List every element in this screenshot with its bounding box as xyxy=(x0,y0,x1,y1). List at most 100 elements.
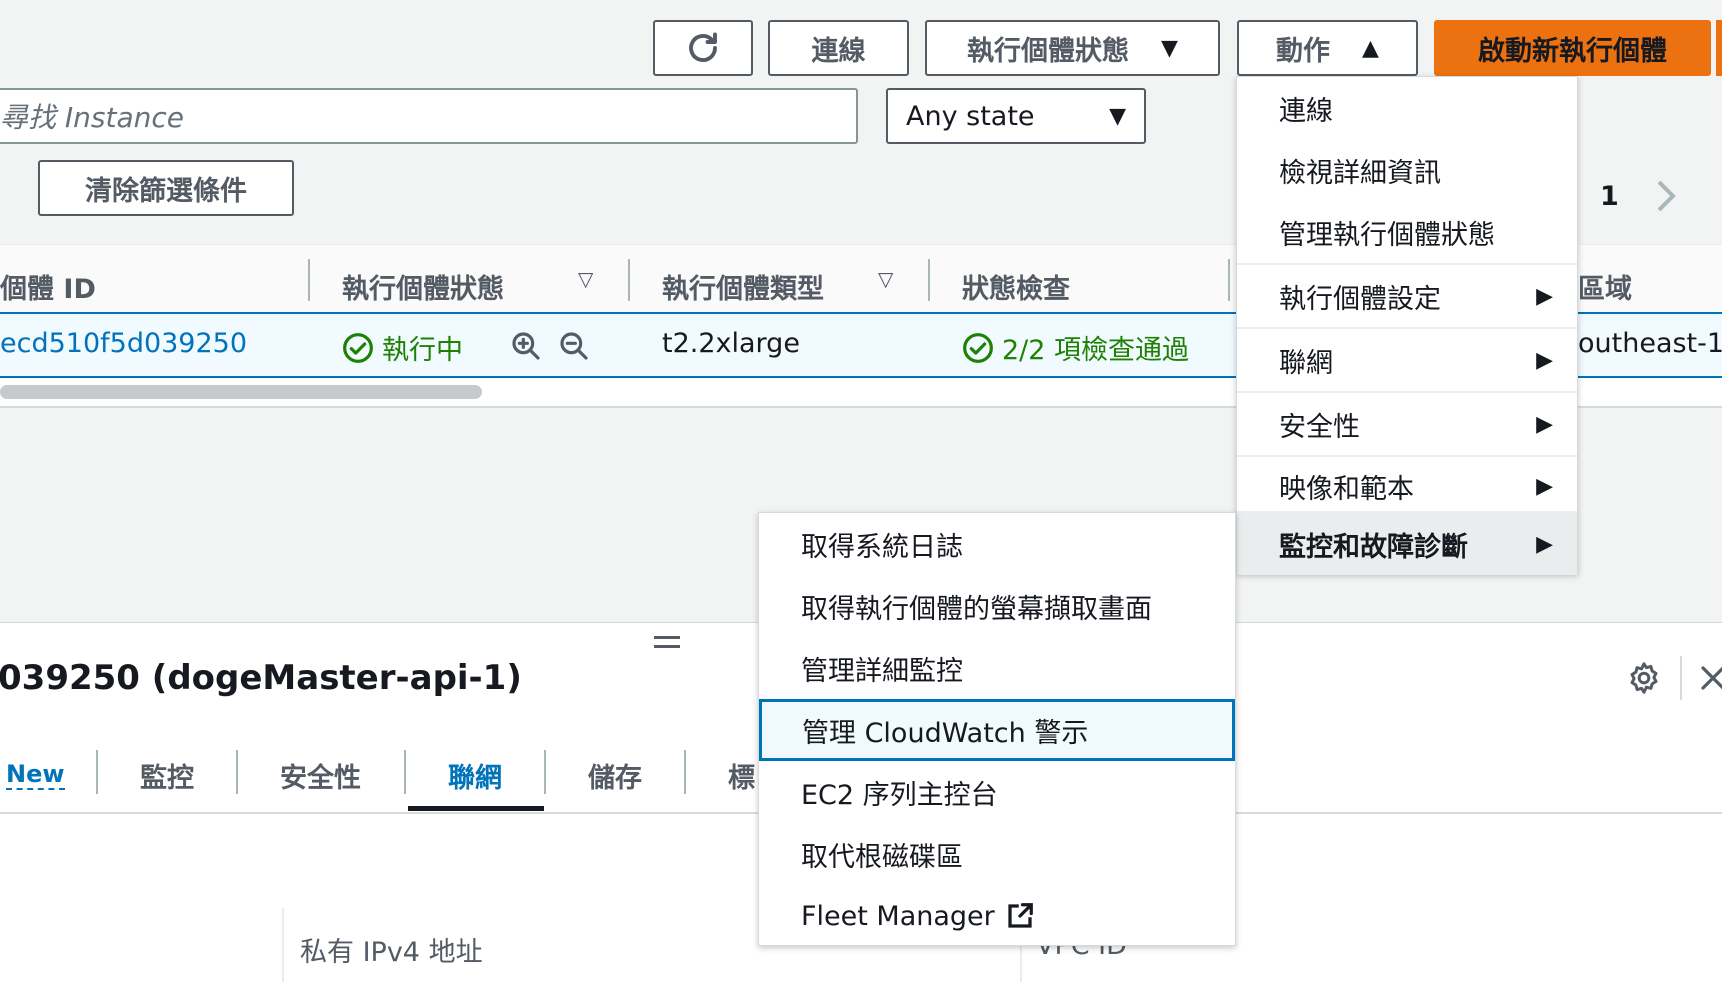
column-divider[interactable] xyxy=(1228,259,1230,301)
menu-item-image-and-templates[interactable]: 映像和範本 ▶ xyxy=(1237,455,1577,517)
close-icon[interactable] xyxy=(1698,663,1722,693)
clear-filters-label: 清除篩選條件 xyxy=(85,175,247,207)
submenu-item-label: 管理 CloudWatch 警示 xyxy=(802,717,1089,749)
column-divider[interactable] xyxy=(928,259,930,301)
private-ipv4-label: 私有 IPv4 地址 xyxy=(300,937,483,968)
tab-divider xyxy=(684,750,686,794)
menu-item-label: 管理執行個體狀態 xyxy=(1279,219,1495,251)
menu-item-instance-settings[interactable]: 執行個體設定 ▶ xyxy=(1237,265,1577,327)
tab-divider xyxy=(544,750,546,794)
submenu-arrow-icon: ▶ xyxy=(1536,531,1553,557)
status-check-text: 2/2 項檢查通過 xyxy=(1002,335,1190,366)
menu-item-label: 聯網 xyxy=(1279,347,1333,379)
submenu-arrow-icon: ▶ xyxy=(1536,411,1553,437)
launch-instance-button[interactable]: 啟動新執行個體 xyxy=(1434,20,1711,76)
external-link-icon xyxy=(1008,903,1033,928)
scrollbar-thumb[interactable] xyxy=(0,385,482,399)
tab-security[interactable]: 安全性 xyxy=(280,756,361,795)
check-circle-icon xyxy=(343,332,373,363)
zoom-out-icon[interactable] xyxy=(558,330,590,362)
tab-divider xyxy=(236,750,238,794)
active-tab-indicator xyxy=(408,806,544,811)
tab-storage[interactable]: 儲存 xyxy=(588,756,642,795)
menu-item-connect[interactable]: 連線 xyxy=(1237,77,1577,139)
instance-state-label: 執行個體狀態 xyxy=(967,35,1130,67)
submenu-item-label: 取得系統日誌 xyxy=(801,531,963,563)
column-divider[interactable] xyxy=(308,259,310,301)
tab-divider xyxy=(404,750,406,794)
submenu-item-ec2-serial-console[interactable]: EC2 序列主控台 xyxy=(759,761,1235,823)
actions-label: 動作 xyxy=(1276,35,1331,67)
submenu-item-replace-root-volume[interactable]: 取代根磁碟區 xyxy=(759,823,1235,885)
monitor-submenu: 取得系統日誌 取得執行個體的螢幕擷取畫面 管理詳細監控 管理 CloudWatc… xyxy=(758,512,1236,946)
check-circle-icon xyxy=(963,332,993,363)
tab-new[interactable]: New xyxy=(6,760,65,790)
launch-dropdown-button[interactable] xyxy=(1716,20,1722,76)
column-header-instance-state[interactable]: 執行個體狀態 xyxy=(342,267,504,306)
instance-state-cell: 執行中 xyxy=(342,328,463,367)
sort-icon[interactable]: ▽ xyxy=(878,267,893,291)
menu-item-security[interactable]: 安全性 ▶ xyxy=(1237,393,1577,455)
menu-item-networking[interactable]: 聯網 ▶ xyxy=(1237,329,1577,391)
tab-tags[interactable]: 標 xyxy=(728,756,755,795)
page-number[interactable]: 1 xyxy=(1600,181,1619,212)
submenu-arrow-icon: ▶ xyxy=(1536,473,1553,499)
submenu-arrow-icon: ▶ xyxy=(1536,283,1553,309)
details-title: 039250 (dogeMaster-api-1) xyxy=(0,658,522,698)
menu-item-label: 連線 xyxy=(1279,95,1333,127)
submenu-item-manage-cloudwatch-alarms[interactable]: 管理 CloudWatch 警示 xyxy=(759,699,1235,761)
state-select[interactable]: Any state ▼ xyxy=(886,88,1146,144)
refresh-button[interactable] xyxy=(653,20,753,76)
search-placeholder: 尋找 Instance xyxy=(0,101,184,134)
state-select-value: Any state xyxy=(906,100,1035,132)
connect-button[interactable]: 連線 xyxy=(768,20,909,76)
tab-new-label: New xyxy=(6,760,65,788)
gear-icon[interactable] xyxy=(1626,660,1662,696)
instance-type-cell: t2.2xlarge xyxy=(662,328,800,359)
menu-item-label: 檢視詳細資訊 xyxy=(1279,157,1441,189)
instance-id-link[interactable]: ecd510f5d039250 xyxy=(0,328,247,359)
instance-state-button[interactable]: 執行個體狀態 ▼ xyxy=(925,20,1220,76)
column-header-instance-id[interactable]: 個體 ID xyxy=(0,267,96,306)
panel-divider xyxy=(1680,656,1682,700)
zone-cell: outheast-1c xyxy=(1578,328,1722,359)
status-check-cell: 2/2 項檢查通過 xyxy=(962,328,1189,367)
submenu-item-label: 取代根磁碟區 xyxy=(801,841,963,873)
actions-menu: 連線 檢視詳細資訊 管理執行個體狀態 執行個體設定 ▶ 聯網 ▶ 安全性 ▶ 映像和範… xyxy=(1236,76,1578,575)
column-divider[interactable] xyxy=(628,259,630,301)
chevron-right-icon[interactable] xyxy=(1655,178,1679,214)
menu-item-view-details[interactable]: 檢視詳細資訊 xyxy=(1237,139,1577,201)
submenu-item-get-system-log[interactable]: 取得系統日誌 xyxy=(759,513,1235,575)
resize-handle-icon[interactable] xyxy=(654,636,680,648)
actions-button[interactable]: 動作 ▲ xyxy=(1237,20,1418,76)
search-input[interactable]: 尋找 Instance xyxy=(0,88,858,144)
submenu-item-label: Fleet Manager xyxy=(801,900,995,932)
instance-state-text: 執行中 xyxy=(382,335,463,366)
menu-item-label: 安全性 xyxy=(1279,411,1360,443)
refresh-icon xyxy=(689,32,717,62)
menu-item-label: 監控和故障診斷 xyxy=(1279,531,1468,563)
submenu-item-fleet-manager[interactable]: Fleet Manager xyxy=(759,885,1235,947)
tab-monitoring[interactable]: 監控 xyxy=(140,756,194,795)
menu-item-label: 映像和範本 xyxy=(1279,473,1414,505)
sort-icon[interactable]: ▽ xyxy=(578,267,593,291)
submenu-item-get-instance-screenshot[interactable]: 取得執行個體的螢幕擷取畫面 xyxy=(759,575,1235,637)
connect-button-label: 連線 xyxy=(811,35,866,67)
caret-down-icon: ▼ xyxy=(1161,35,1178,61)
column-header-zone[interactable]: 區域 xyxy=(1578,267,1632,306)
submenu-item-label: EC2 序列主控台 xyxy=(801,779,998,811)
zoom-in-icon[interactable] xyxy=(510,330,542,362)
clear-filters-button[interactable]: 清除篩選條件 xyxy=(38,160,294,216)
column-header-instance-type[interactable]: 執行個體類型 xyxy=(662,267,824,306)
caret-up-icon: ▲ xyxy=(1362,35,1379,61)
pagination: 1 xyxy=(1600,178,1679,214)
caret-down-icon: ▼ xyxy=(1109,103,1126,129)
submenu-item-manage-detailed-monitoring[interactable]: 管理詳細監控 xyxy=(759,637,1235,699)
menu-item-monitor-and-troubleshoot[interactable]: 監控和故障診斷 ▶ xyxy=(1237,513,1577,575)
tab-networking[interactable]: 聯網 xyxy=(448,756,502,795)
column-header-status-check[interactable]: 狀態檢查 xyxy=(962,267,1070,306)
submenu-item-label: 管理詳細監控 xyxy=(801,655,963,687)
tab-divider xyxy=(96,750,98,794)
submenu-item-label: 取得執行個體的螢幕擷取畫面 xyxy=(801,593,1152,625)
menu-item-manage-instance-state[interactable]: 管理執行個體狀態 xyxy=(1237,201,1577,263)
